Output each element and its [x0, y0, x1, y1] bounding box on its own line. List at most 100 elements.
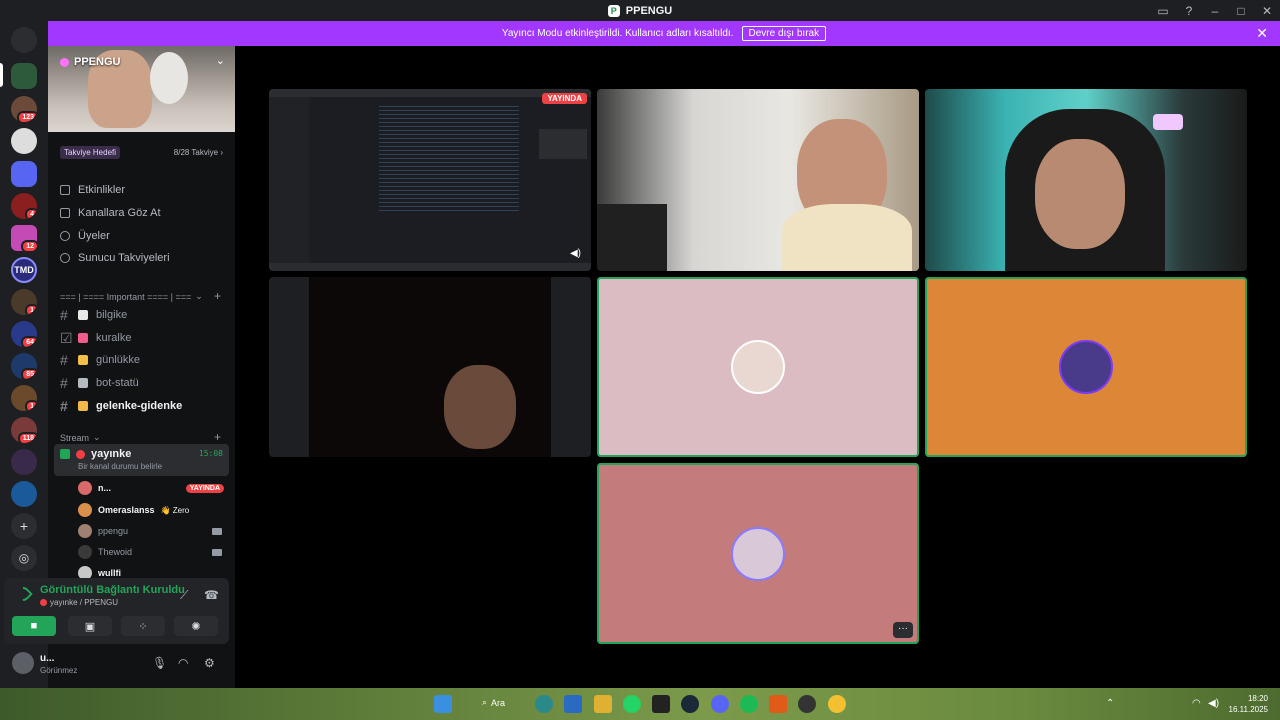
server-name[interactable]: PPENGU — [60, 56, 120, 68]
channel-bot-statu[interactable]: # bot-statü — [60, 373, 139, 393]
store-icon[interactable] — [564, 695, 582, 713]
wifi-icon[interactable]: ◠ — [1192, 698, 1201, 709]
tmd-server-icon[interactable]: TMD — [11, 257, 37, 283]
add-channel-icon[interactable]: + — [214, 289, 221, 303]
server-banner[interactable]: PPENGU ⌄ — [48, 46, 235, 132]
volume-icon[interactable]: ◀) — [1208, 698, 1219, 709]
app-icon[interactable] — [769, 695, 787, 713]
camera-button[interactable]: ■ — [12, 616, 56, 636]
menu-label: Üyeler — [78, 230, 110, 242]
camera-tile[interactable] — [597, 89, 919, 271]
emoji-icon — [78, 401, 88, 411]
channel-gelenke-gidenke[interactable]: # gelenke-gidenke — [60, 396, 182, 416]
browse-icon — [60, 208, 70, 218]
live-badge: YAYINDA — [542, 93, 587, 104]
server-icon[interactable] — [11, 27, 37, 53]
maximize-button[interactable]: □ — [1228, 0, 1254, 21]
windows-start-icon[interactable] — [434, 695, 452, 713]
steam-icon[interactable] — [681, 695, 699, 713]
chevron-down-icon[interactable]: ⌄ — [216, 54, 225, 67]
avatar-tile[interactable]: ··· — [597, 463, 919, 644]
disconnect-icon[interactable]: ☎ — [204, 588, 219, 602]
menu-server-boosts[interactable]: Sunucu Takviyeleri — [60, 248, 170, 268]
menu-members[interactable]: Üyeler — [60, 226, 110, 246]
obs-icon[interactable] — [798, 695, 816, 713]
voice-user[interactable]: n... YAYINDA — [78, 478, 224, 498]
more-options-button[interactable]: ··· — [893, 622, 913, 638]
minimize-button[interactable]: – — [1202, 0, 1228, 21]
add-channel-icon[interactable]: + — [214, 430, 221, 444]
discord-icon[interactable] — [711, 695, 729, 713]
noise-suppression-icon[interactable]: ⟋ — [180, 588, 188, 603]
voice-user[interactable]: ppengu — [78, 521, 224, 541]
windows-taskbar: ⌕ Ara ⌃ ◠ ◀) 18:20 16.11.2025 — [0, 688, 1280, 720]
inbox-icon[interactable]: ▭ — [1150, 0, 1176, 21]
emoji-icon — [78, 310, 88, 320]
close-icon[interactable]: ✕ — [1256, 25, 1268, 42]
disable-streamer-mode-button[interactable]: Devre dışı bırak — [741, 26, 827, 41]
speaker-icon — [60, 449, 70, 459]
channel-bilgike[interactable]: # bilgike — [60, 305, 127, 325]
taskbar-clock[interactable]: 18:20 16.11.2025 — [1229, 693, 1268, 715]
channel-status[interactable]: Bir kanal durumu belirle — [78, 462, 162, 471]
signal-icon[interactable] — [13, 584, 33, 604]
server-icon[interactable]: 85 — [11, 353, 37, 379]
server-folder-icon[interactable] — [11, 161, 37, 187]
epic-games-icon[interactable] — [652, 695, 670, 713]
channel-kuralke[interactable]: ☑ kuralke — [60, 328, 131, 348]
server-icon[interactable]: 12 — [11, 225, 37, 251]
server-icon[interactable]: 1 — [11, 289, 37, 315]
file-explorer-icon[interactable] — [594, 695, 612, 713]
boost-goal-row[interactable]: Takviye Hedefi 8/28 Takviye › — [48, 132, 235, 172]
selected-server-pill — [0, 63, 3, 87]
ppengu-server-icon[interactable] — [11, 63, 37, 89]
category-stream[interactable]: Stream ⌄ — [60, 432, 101, 443]
activities-button[interactable]: ⁘ — [121, 616, 165, 636]
avatar-tile[interactable] — [597, 277, 919, 457]
menu-events[interactable]: Etkinlikler — [60, 180, 125, 200]
avatar-tile[interactable] — [925, 277, 1247, 457]
discover-icon[interactable]: ◎ — [11, 545, 37, 571]
connection-subtitle[interactable]: yayınke / PPENGU — [40, 598, 118, 607]
microphone-icon[interactable]: 🎙 — [152, 656, 167, 670]
help-icon[interactable]: ? — [1176, 0, 1202, 21]
camera-feed-person — [444, 365, 516, 449]
tray-chevron-icon[interactable]: ⌃ — [1106, 698, 1114, 709]
whatsapp-icon[interactable] — [623, 695, 641, 713]
user-name[interactable]: u... — [40, 653, 54, 664]
server-icon[interactable]: 123 — [11, 96, 37, 122]
shared-code-lines — [379, 103, 519, 213]
boost-icon — [60, 253, 70, 263]
headphones-icon[interactable]: ◠ — [178, 656, 188, 670]
server-icon[interactable]: 4 — [11, 193, 37, 219]
add-server-icon[interactable]: + — [11, 513, 37, 539]
camera-tile[interactable] — [269, 277, 591, 457]
server-icon[interactable]: 64 — [11, 321, 37, 347]
hash-icon: # — [60, 398, 68, 414]
spotify-icon[interactable] — [740, 695, 758, 713]
chrome-icon[interactable] — [828, 695, 846, 713]
server-icon[interactable] — [11, 128, 37, 154]
menu-browse-channels[interactable]: Kanallara Göz At — [60, 203, 161, 223]
close-window-button[interactable]: ✕ — [1254, 0, 1280, 21]
gear-icon[interactable]: ⚙ — [204, 656, 215, 670]
category-important[interactable]: === | ==== Important ==== | === ⌄ — [60, 291, 203, 302]
server-icon[interactable]: 1 — [11, 385, 37, 411]
voice-channel-yayinke[interactable]: yayınke 15:08 Bir kanal durumu belirle — [54, 444, 229, 476]
server-icon[interactable] — [11, 481, 37, 507]
channel-gunlukke[interactable]: # günlükke — [60, 350, 140, 370]
camera-tile[interactable] — [925, 89, 1247, 271]
voice-user[interactable]: Thewoid — [78, 542, 224, 562]
taskbar-search[interactable]: ⌕ Ara — [482, 697, 505, 708]
edge-icon[interactable] — [535, 695, 553, 713]
soundboard-button[interactable]: ✺ — [174, 616, 218, 636]
volume-icon[interactable]: ◀) — [570, 248, 581, 259]
avatar — [731, 340, 785, 394]
avatar — [731, 526, 785, 581]
server-icon[interactable]: 118 — [11, 417, 37, 443]
screen-share-tile[interactable]: YAYINDA ◀) — [269, 89, 591, 271]
server-icon[interactable] — [11, 449, 37, 475]
voice-user[interactable]: Omeraslanss 👋 Zero — [78, 500, 224, 520]
screen-share-button[interactable]: ▣ — [68, 616, 112, 636]
avatar[interactable] — [12, 652, 34, 674]
